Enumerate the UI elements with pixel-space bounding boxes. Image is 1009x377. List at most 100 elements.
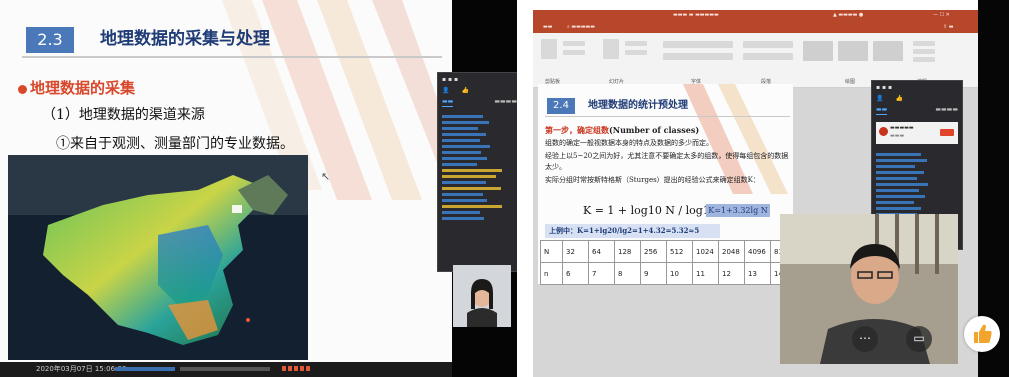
tab-members[interactable]: ▬▬▬▬ bbox=[494, 98, 517, 107]
table-cell: 7 bbox=[588, 262, 615, 285]
left-session-panel: 2.3 地理数据的采集与处理 地理数据的采集 （1）地理数据的渠道来源 ①来自于… bbox=[0, 0, 517, 377]
user-account[interactable]: ▲ ▬▬▬▬ ● bbox=[833, 10, 863, 21]
shapes-gallery[interactable] bbox=[803, 41, 833, 61]
table-row: N 32 64 128 256 512 1024 2048 4096 81 bbox=[540, 240, 797, 263]
slide-title: 地理数据的采集与处理 bbox=[100, 29, 270, 49]
arrange-button[interactable] bbox=[838, 41, 868, 61]
new-slide-button[interactable] bbox=[603, 39, 619, 59]
webcam-thumbnail[interactable] bbox=[453, 265, 511, 327]
table-cell: 512 bbox=[666, 240, 693, 263]
title-divider bbox=[22, 56, 442, 58]
paste-button[interactable] bbox=[541, 39, 557, 59]
chat-messages bbox=[872, 148, 962, 221]
table-cell: 12 bbox=[718, 262, 745, 285]
section-badge: 2.4 bbox=[547, 98, 575, 114]
cut-button[interactable] bbox=[563, 41, 585, 46]
progress-track bbox=[180, 367, 270, 371]
thumbs-up-icon bbox=[974, 324, 992, 343]
table-cell: n bbox=[540, 262, 563, 285]
china-satellite-map bbox=[8, 155, 308, 360]
ribbon-label-drawing: 绘图 bbox=[845, 79, 856, 85]
window-titlebar: ▬▬▬ ▬ ▬▬▬▬▬ ▲ ▬▬▬▬ ● — ☐ ✕ bbox=[533, 10, 978, 21]
like-button[interactable] bbox=[964, 316, 1000, 352]
pinned-message-card[interactable]: ▬▬▬▬▬ ▬▬▬ bbox=[876, 122, 958, 144]
like-icon: 👍 bbox=[895, 95, 903, 102]
table-cell: 64 bbox=[588, 240, 615, 263]
screenshot-root: 2.3 地理数据的采集与处理 地理数据的采集 （1）地理数据的渠道来源 ①来自于… bbox=[0, 0, 1009, 377]
card-title: ▬▬▬▬▬ bbox=[890, 125, 914, 131]
table-cell: 8 bbox=[614, 262, 641, 285]
step-heading: 第一步，确定组数(Number of classes) bbox=[545, 125, 699, 136]
like-icon: 👍 bbox=[461, 87, 469, 94]
status-indicators bbox=[282, 366, 312, 371]
chat-tabs[interactable]: ▬▬ ▬▬▬▬ bbox=[438, 95, 517, 110]
window-controls[interactable]: — ☐ ✕ bbox=[933, 10, 950, 21]
quick-styles-button[interactable] bbox=[873, 41, 903, 61]
progress-bar bbox=[115, 367, 175, 371]
paragraph-3: 实际分组时常按斯特格斯（Sturges）提出的经验公式来确定组数K： bbox=[545, 176, 760, 184]
paragraph-2: 经验上以5~20之间为好，尤其注意不要确定太多的组数，使得每组包含的数据太少。 bbox=[545, 152, 789, 171]
font-selector[interactable] bbox=[663, 41, 733, 48]
reset-button[interactable] bbox=[625, 50, 647, 55]
status-bar: 2020年03月07日 15:06:08 bbox=[0, 362, 452, 377]
webcam-view[interactable]: ⋯ ▭ bbox=[780, 214, 958, 364]
status-time: 2020年03月07日 15:06:08 bbox=[36, 365, 127, 373]
table-cell: N bbox=[540, 240, 563, 263]
table-cell: 11 bbox=[692, 262, 719, 285]
people-icon: 👤 bbox=[442, 87, 450, 94]
tab-file[interactable]: ▬▬ bbox=[543, 21, 552, 33]
card-action-button[interactable] bbox=[940, 129, 954, 136]
layout-button[interactable] bbox=[625, 41, 647, 46]
right-session-panel: ▬▬▬ ▬ ▬▬▬▬▬ ▲ ▬▬▬▬ ● — ☐ ✕ ▬▬ ⌕ ▬▬▬▬▬ ⇪ … bbox=[528, 0, 1009, 377]
table-cell: 13 bbox=[744, 262, 771, 285]
slide-list-item: ①来自于观测、测量部门的专业数据。 bbox=[56, 136, 294, 152]
table-cell: 4096 bbox=[744, 240, 771, 263]
chat-header: ▪ ▪ ▪ bbox=[442, 76, 459, 83]
table-cell: 1024 bbox=[692, 240, 719, 263]
screen-share-icon[interactable]: ▭ bbox=[906, 326, 932, 352]
slide-subheading: （1）地理数据的渠道来源 bbox=[42, 107, 205, 123]
slide-title: 地理数据的统计预处理 bbox=[588, 100, 688, 111]
table-cell: 128 bbox=[614, 240, 641, 263]
copy-button[interactable] bbox=[563, 50, 585, 55]
tab-members[interactable]: ▬▬▬▬ bbox=[935, 106, 958, 115]
table-cell: 9 bbox=[640, 262, 667, 285]
tab-chat[interactable]: ▬▬ bbox=[442, 98, 454, 107]
tab-tellme[interactable]: ⌕ ▬▬▬▬▬ bbox=[567, 21, 595, 33]
chat-stats: 👤 👍 bbox=[872, 95, 962, 103]
paragraph-buttons[interactable] bbox=[743, 41, 793, 48]
window-title: ▬▬▬ ▬ ▬▬▬▬▬ bbox=[673, 12, 719, 18]
formula-highlight: K=1+3.32lg N bbox=[706, 204, 770, 217]
font-style-buttons[interactable] bbox=[663, 53, 733, 60]
table-row: n 6 7 8 9 10 11 12 13 14 bbox=[540, 262, 797, 285]
step-label: 第一步，确定组数 bbox=[545, 125, 609, 135]
chat-panel[interactable]: ▪ ▪ ▪ 👤 👍 ▬▬ ▬▬▬▬ bbox=[437, 72, 517, 272]
ribbon-tabs: ▬▬ ⌕ ▬▬▬▬▬ ⇪ ▬ bbox=[533, 21, 978, 33]
tab-chat[interactable]: ▬▬ bbox=[876, 106, 888, 115]
title-divider bbox=[545, 116, 790, 117]
chat-messages bbox=[438, 110, 517, 225]
slide-heading: 地理数据的采集 bbox=[30, 79, 136, 97]
chat-tabs[interactable]: ▬▬ ▬▬▬▬ bbox=[872, 103, 962, 118]
chat-stats: 👤 👍 bbox=[438, 87, 517, 95]
bullet-icon bbox=[18, 85, 27, 94]
table-cell: 10 bbox=[666, 262, 693, 285]
people-icon: 👤 bbox=[876, 95, 884, 102]
left-slide: 2.3 地理数据的采集与处理 地理数据的采集 （1）地理数据的渠道来源 ①来自于… bbox=[0, 0, 452, 377]
table-cell: 32 bbox=[562, 240, 589, 263]
tab-share[interactable]: ⇪ ▬ bbox=[943, 21, 954, 33]
step-english: (Number of classes) bbox=[609, 125, 700, 135]
card-subtitle: ▬▬▬ bbox=[890, 133, 905, 139]
section-badge: 2.3 bbox=[26, 27, 74, 53]
find-button[interactable] bbox=[913, 41, 935, 46]
table-cell: 2048 bbox=[718, 240, 745, 263]
alignment-buttons[interactable] bbox=[743, 53, 793, 60]
table-cell: 256 bbox=[640, 240, 667, 263]
more-options-button[interactable]: ⋯ bbox=[852, 326, 878, 352]
example-calculation: 上例中：K=1+lg20/lg2=1+4.32=5.32≈5 bbox=[545, 224, 720, 238]
paragraph-1: 组数的确定一般视数据本身的特点及数据的多少而定。 bbox=[545, 139, 713, 147]
sturges-table: N 32 64 128 256 512 1024 2048 4096 81 n … bbox=[540, 240, 797, 285]
mouse-cursor-icon: ↖ bbox=[321, 170, 331, 183]
replace-button[interactable] bbox=[913, 49, 935, 54]
select-button[interactable] bbox=[913, 57, 935, 62]
